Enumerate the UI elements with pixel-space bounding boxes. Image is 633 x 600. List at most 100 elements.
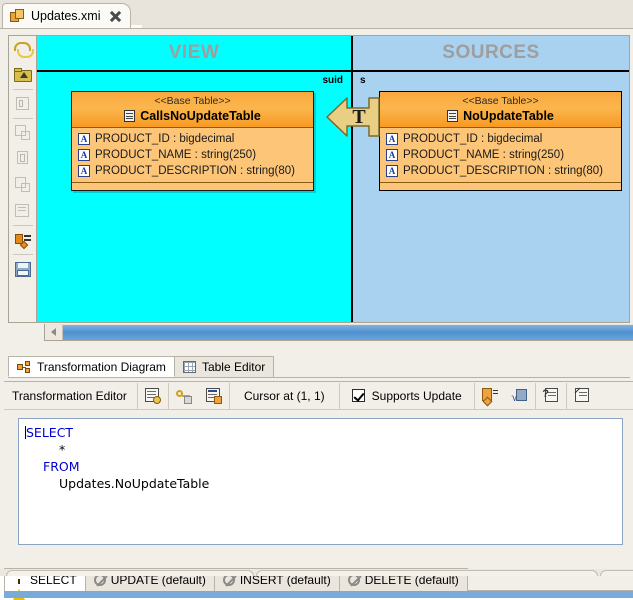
diagram-horizontal-scrollbar[interactable] bbox=[44, 324, 633, 341]
base-table-icon bbox=[447, 110, 459, 122]
toolbar-divider bbox=[12, 225, 33, 226]
table-node-footer bbox=[72, 183, 313, 190]
transformation-editor-title: Transformation Editor bbox=[12, 388, 127, 403]
sql-text: Updates.NoUpdateTable bbox=[59, 476, 210, 491]
table-attribute-list: A PRODUCT_ID : bigdecimal A PRODUCT_NAME… bbox=[380, 128, 621, 183]
sql-line: Updates.NoUpdateTable bbox=[25, 475, 616, 492]
key-mapping-icon[interactable] bbox=[169, 383, 199, 409]
union-icon[interactable] bbox=[10, 146, 36, 172]
open-parent-folder-icon[interactable] bbox=[10, 62, 36, 88]
diagram-canvas[interactable]: VIEW suid <<Base Table>> CallsNoUpdateTa… bbox=[36, 35, 630, 323]
attribute-label: PRODUCT_ID : bigdecimal bbox=[403, 133, 543, 145]
preview-data-icon[interactable] bbox=[199, 383, 229, 409]
attribute-label: PRODUCT_ID : bigdecimal bbox=[95, 133, 235, 145]
attribute-icon: A bbox=[78, 149, 90, 161]
tab-label: Transformation Diagram bbox=[37, 359, 166, 374]
view-panel-body: suid <<Base Table>> CallsNoUpdateTable A bbox=[37, 72, 353, 322]
editor-tab-updates-xmi[interactable]: Updates.xmi bbox=[2, 3, 132, 28]
view-panel-title: VIEW bbox=[168, 42, 220, 63]
grid-icon bbox=[182, 361, 196, 373]
transformation-editor-toolbar: Transformation Editor Cursor at (1, 1) S… bbox=[4, 382, 633, 410]
refresh-icon[interactable] bbox=[10, 36, 36, 62]
sql-editor[interactable]: SELECT * FROM Updates.NoUpdateTable bbox=[18, 418, 623, 545]
edit-expression-icon[interactable] bbox=[567, 383, 597, 409]
attribute-icon: A bbox=[78, 133, 90, 145]
close-icon[interactable] bbox=[109, 10, 122, 23]
attribute-icon: A bbox=[386, 149, 398, 161]
table-node-calls-no-update-table[interactable]: <<Base Table>> CallsNoUpdateTable A PROD… bbox=[71, 91, 314, 191]
expand-select-icon[interactable] bbox=[475, 383, 505, 409]
sql-keyword: SELECT bbox=[26, 425, 74, 440]
toolbar-divider bbox=[12, 89, 33, 90]
map-attributes-icon[interactable] bbox=[10, 227, 36, 253]
diagram-region: VIEW suid <<Base Table>> CallsNoUpdateTa… bbox=[8, 35, 633, 353]
attribute-label: PRODUCT_NAME : string(250) bbox=[403, 149, 565, 161]
save-diagram-icon[interactable] bbox=[10, 256, 36, 282]
table-attribute-row[interactable]: A PRODUCT_ID : bigdecimal bbox=[386, 131, 617, 147]
checkbox-checked-icon[interactable] bbox=[351, 389, 365, 402]
transformation-node[interactable]: T bbox=[325, 89, 381, 145]
sources-panel-title: SOURCES bbox=[442, 42, 540, 63]
sources-group-label: s bbox=[360, 75, 366, 86]
supports-update-checkbox[interactable]: Supports Update bbox=[340, 389, 474, 403]
editor-body: VIEW suid <<Base Table>> CallsNoUpdateTa… bbox=[0, 28, 633, 600]
view-group-label: suid bbox=[322, 75, 343, 86]
warning-icon bbox=[13, 574, 25, 600]
run-figure-icon[interactable] bbox=[10, 91, 36, 117]
copy-node-2-icon[interactable] bbox=[10, 172, 36, 198]
table-stereotype: <<Base Table>> bbox=[462, 95, 539, 107]
edit-note-icon[interactable] bbox=[10, 198, 36, 224]
sql-line: SELECT bbox=[25, 424, 616, 441]
scrollbar-thumb[interactable] bbox=[63, 324, 633, 340]
sql-line: * bbox=[25, 441, 616, 458]
sources-panel-body: s <<Base Table>> NoUpdateTable A PRODUCT… bbox=[353, 72, 629, 322]
sql-keyword: FROM bbox=[43, 459, 80, 474]
base-table-icon bbox=[124, 110, 136, 122]
table-attribute-row[interactable]: A PRODUCT_DESCRIPTION : string(80) bbox=[78, 163, 309, 179]
attribute-icon: A bbox=[386, 165, 398, 177]
background-tab[interactable] bbox=[256, 570, 598, 576]
table-name: NoUpdateTable bbox=[463, 109, 554, 123]
supports-update-label: Supports Update bbox=[371, 388, 462, 403]
table-node-header: <<Base Table>> NoUpdateTable bbox=[380, 92, 621, 128]
copy-node-icon[interactable] bbox=[10, 120, 36, 146]
view-panel-header: VIEW bbox=[37, 36, 353, 72]
diagram-icon bbox=[17, 360, 31, 373]
attribute-icon: A bbox=[386, 133, 398, 145]
toolbar-divider bbox=[12, 118, 33, 119]
table-node-no-update-table[interactable]: <<Base Table>> NoUpdateTable A PRODUCT_I… bbox=[379, 91, 622, 191]
tab-label: Table Editor bbox=[201, 360, 266, 374]
editor-tab-strip: Updates.xmi bbox=[0, 0, 633, 29]
table-attribute-row[interactable]: A PRODUCT_NAME : string(250) bbox=[78, 147, 309, 163]
sources-panel-header: SOURCES bbox=[353, 36, 629, 72]
reconcile-icon[interactable] bbox=[138, 383, 168, 409]
editor-bottom-accent-bar bbox=[4, 591, 633, 598]
diagram-tab-bar: Transformation Diagram Table Editor bbox=[8, 355, 630, 378]
background-tab[interactable] bbox=[600, 570, 633, 576]
attribute-label: PRODUCT_DESCRIPTION : string(80) bbox=[403, 165, 604, 177]
toolbar-divider bbox=[12, 254, 33, 255]
transformation-node-label: T bbox=[352, 106, 366, 128]
editor-tab-label: Updates.xmi bbox=[31, 9, 101, 23]
transformation-editor: Transformation Editor Cursor at (1, 1) S… bbox=[4, 381, 633, 577]
diagram-toolbar bbox=[8, 35, 36, 323]
attribute-icon: A bbox=[78, 165, 90, 177]
table-node-header: <<Base Table>> CallsNoUpdateTable bbox=[72, 92, 313, 128]
edit-criteria-icon[interactable]: ? bbox=[536, 383, 566, 409]
table-attribute-row[interactable]: A PRODUCT_NAME : string(250) bbox=[386, 147, 617, 163]
xmi-package-icon bbox=[10, 9, 25, 23]
table-attribute-row[interactable]: A PRODUCT_ID : bigdecimal bbox=[78, 131, 309, 147]
table-name: CallsNoUpdateTable bbox=[140, 109, 261, 123]
table-node-footer bbox=[380, 183, 621, 190]
sql-validate-icon[interactable]: √ bbox=[505, 383, 535, 409]
table-attribute-list: A PRODUCT_ID : bigdecimal A PRODUCT_NAME… bbox=[72, 128, 313, 183]
table-stereotype: <<Base Table>> bbox=[154, 95, 231, 107]
tab-transformation-diagram[interactable]: Transformation Diagram bbox=[8, 356, 175, 377]
sql-line: FROM bbox=[25, 458, 616, 475]
sql-text: * bbox=[59, 442, 66, 457]
table-attribute-row[interactable]: A PRODUCT_DESCRIPTION : string(80) bbox=[386, 163, 617, 179]
scroll-left-arrow-icon[interactable] bbox=[45, 324, 63, 340]
background-view-tab-strip bbox=[0, 569, 633, 576]
tab-table-editor[interactable]: Table Editor bbox=[173, 356, 275, 377]
background-tab[interactable] bbox=[6, 570, 254, 576]
